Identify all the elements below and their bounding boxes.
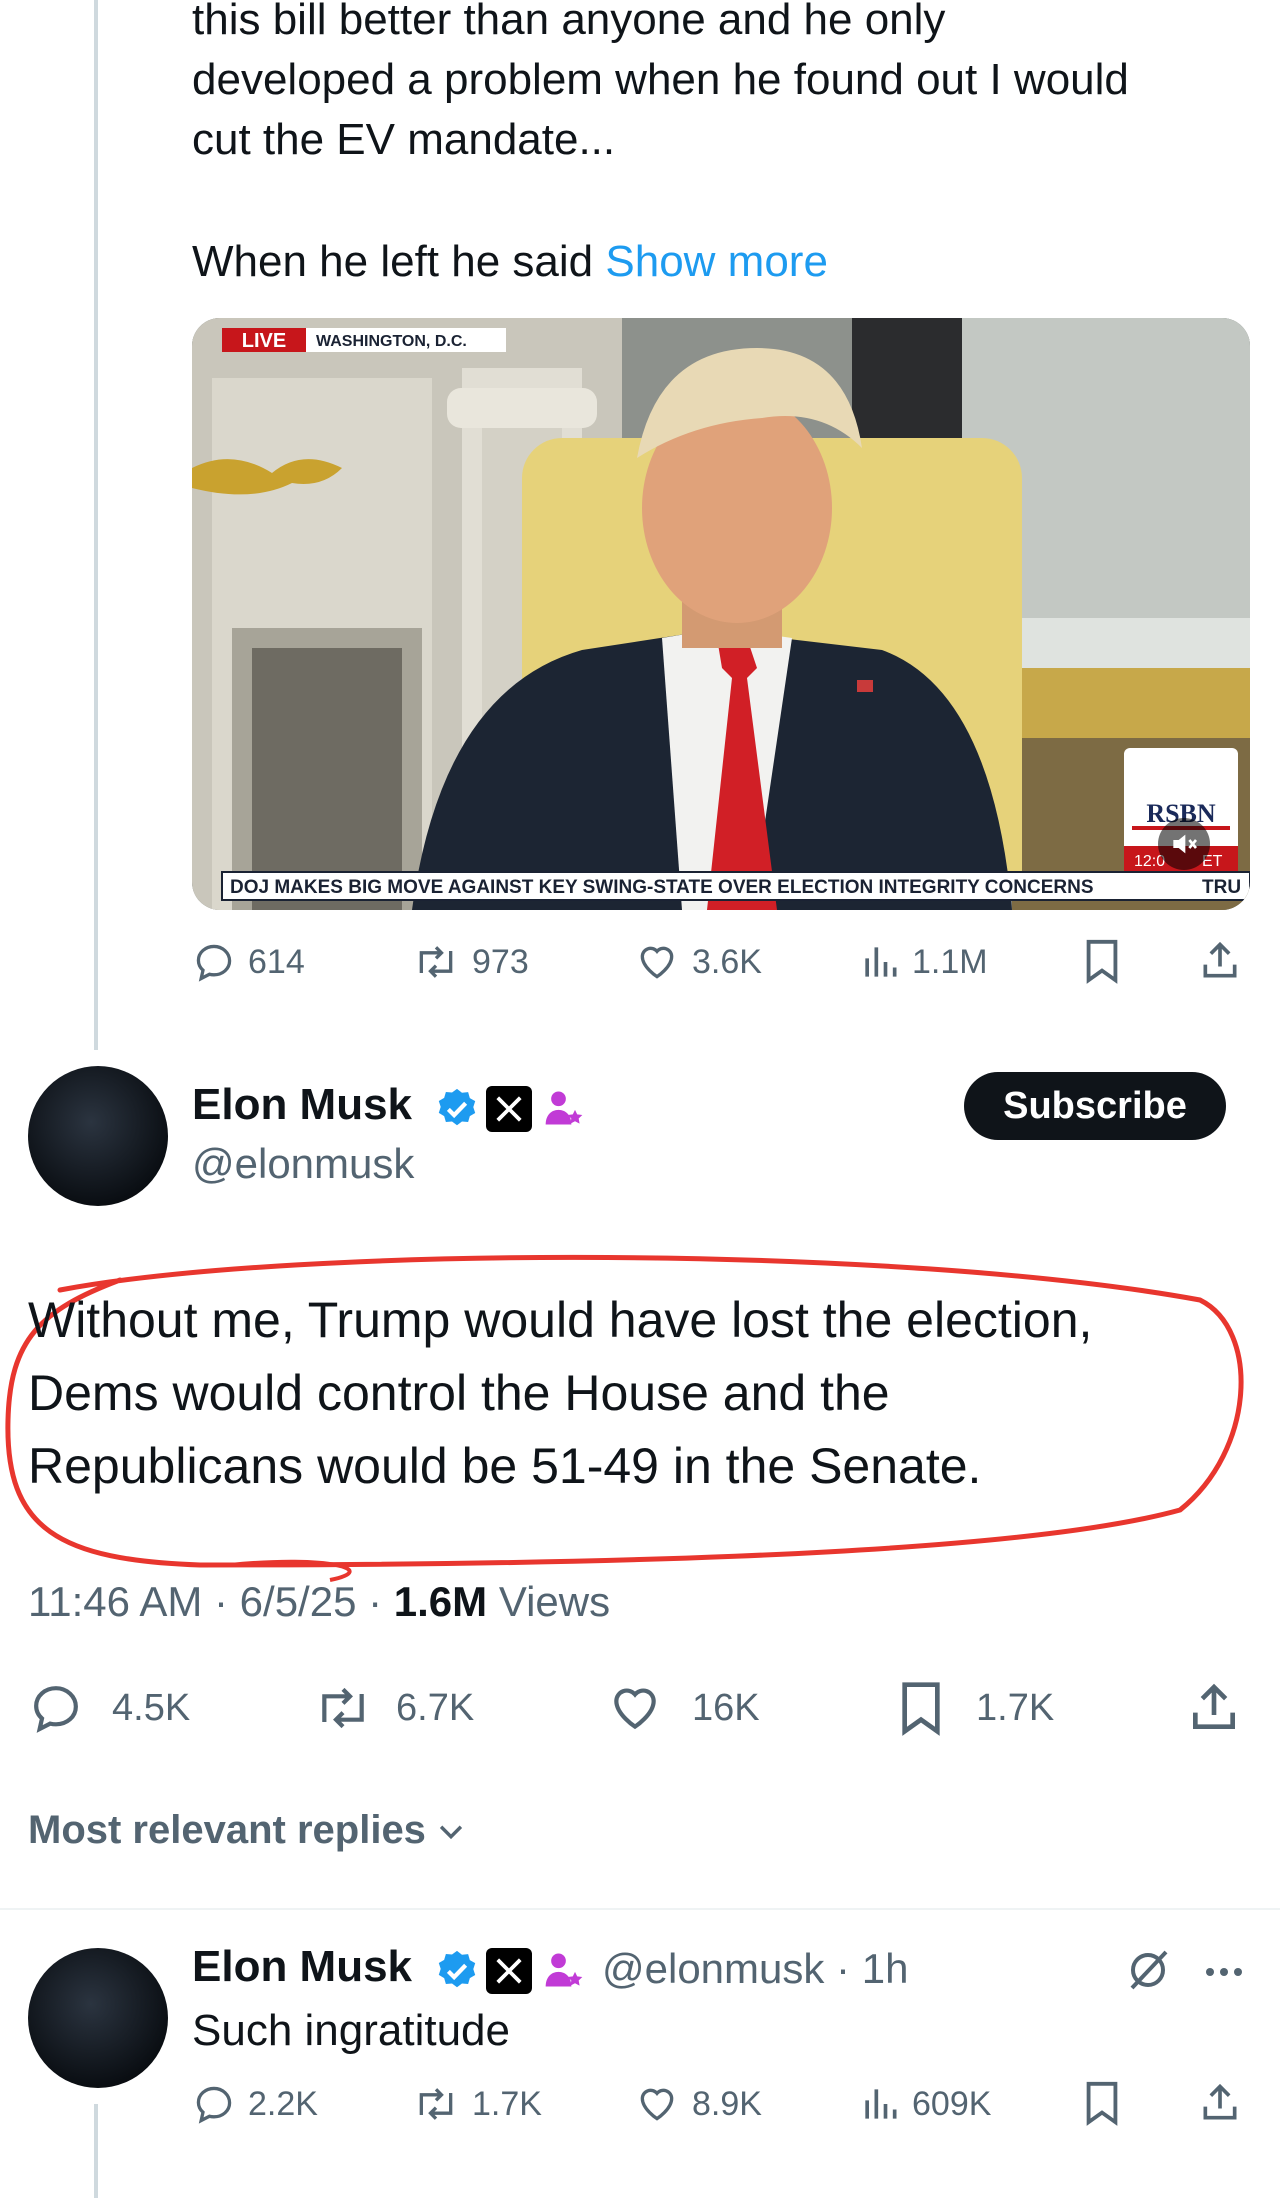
reply-text: Such ingratitude xyxy=(192,2006,510,2055)
bookmark-icon xyxy=(902,1682,940,1736)
reply-author-name[interactable]: Elon Musk xyxy=(192,1942,412,1992)
share-button[interactable] xyxy=(1186,1680,1242,1736)
parent-share-button[interactable] xyxy=(1198,938,1242,984)
verified-badge-icon xyxy=(434,1086,480,1137)
more-dots-icon xyxy=(1206,1968,1242,1976)
reply-like-button[interactable]: 8.9K xyxy=(634,2082,762,2126)
like-button[interactable]: 16K xyxy=(606,1680,760,1736)
parent-like-count: 3.6K xyxy=(692,942,762,981)
bookmark-count: 1.7K xyxy=(976,1686,1055,1729)
parent-views-count: 1.1M xyxy=(912,942,988,981)
heart-icon xyxy=(640,946,674,979)
thread-line-top xyxy=(94,0,98,1050)
repost-icon xyxy=(419,946,453,978)
post-time[interactable]: 11:46 AM xyxy=(28,1578,202,1625)
show-more-link[interactable]: Show more xyxy=(605,237,828,286)
parent-repost-count: 973 xyxy=(472,942,529,981)
location-label: WASHINGTON, D.C. xyxy=(316,333,467,350)
reply-age: 1h xyxy=(861,1945,909,1992)
news-ticker: DOJ MAKES BIG MOVE AGAINST KEY SWING-STA… xyxy=(230,877,1094,898)
more-options-button[interactable] xyxy=(1200,1952,1248,1997)
repost-icon xyxy=(322,1687,364,1729)
parent-reply-count: 614 xyxy=(248,942,305,981)
video-frame: LIVE WASHINGTON, D.C. RSBN 12:0 ET DOJ M… xyxy=(192,318,1250,910)
reply-reply-count: 2.2K xyxy=(248,2084,318,2123)
reply-icon xyxy=(196,944,232,982)
grok-icon xyxy=(1130,1950,1168,1990)
like-count: 16K xyxy=(692,1686,760,1729)
reply-author-handle[interactable]: @elonmusk · 1h xyxy=(602,1945,908,1993)
grok-button[interactable] xyxy=(1124,1946,1172,1999)
affiliate-person-icon xyxy=(542,1086,586,1135)
replies-sort-dropdown[interactable]: Most relevant replies xyxy=(28,1808,468,1853)
repost-count: 6.7K xyxy=(396,1686,475,1729)
author-avatar[interactable] xyxy=(28,1066,168,1206)
live-label: LIVE xyxy=(242,330,286,352)
reply-repost-count: 1.7K xyxy=(472,2084,542,2123)
repost-icon xyxy=(419,2088,453,2120)
reply-views-button[interactable]: 609K xyxy=(860,2082,991,2126)
author-handle[interactable]: @elonmusk xyxy=(192,1140,414,1188)
post-meta: 11:46 AM · 6/5/25 · 1.6M Views xyxy=(28,1578,611,1625)
post-text-line-3: Republicans would be 51-49 in the Senate… xyxy=(28,1438,982,1494)
heart-icon xyxy=(614,1688,656,1730)
reply-count: 4.5K xyxy=(112,1686,191,1729)
reply-share-button[interactable] xyxy=(1198,2080,1242,2126)
reply-repost-button[interactable]: 1.7K xyxy=(412,2082,542,2126)
video-player[interactable]: LIVE WASHINGTON, D.C. RSBN 12:0 ET DOJ M… xyxy=(192,318,1250,910)
views-count: 1.6M xyxy=(393,1578,488,1625)
post-text: Without me, Trump would have lost the el… xyxy=(28,1284,1092,1503)
views-label: Views xyxy=(498,1578,611,1625)
reply-like-count: 8.9K xyxy=(692,2084,762,2123)
parent-views-button[interactable]: 1.1M xyxy=(860,940,988,984)
parent-bookmark-button[interactable] xyxy=(1082,938,1122,984)
subscribe-button[interactable]: Subscribe xyxy=(964,1072,1226,1140)
parent-repost-button[interactable]: 973 xyxy=(412,940,529,984)
parent-reply-button[interactable]: 614 xyxy=(192,940,305,984)
repost-button[interactable]: 6.7K xyxy=(312,1680,474,1736)
parent-post-text-line-1: this bill better than anyone and he only xyxy=(192,0,946,44)
reply-author-avatar[interactable] xyxy=(28,1948,168,2088)
x-affiliate-badge-icon xyxy=(486,1086,532,1132)
replies-sort-label: Most relevant replies xyxy=(28,1808,426,1852)
parent-post-text-tail: When he left he said xyxy=(192,237,594,286)
views-chart-icon xyxy=(865,2089,897,2119)
parent-like-button[interactable]: 3.6K xyxy=(634,940,762,984)
share-icon xyxy=(1203,941,1237,978)
bookmark-icon xyxy=(1086,2081,1118,2126)
bookmark-icon xyxy=(1086,939,1118,984)
reply-bookmark-button[interactable] xyxy=(1082,2080,1122,2126)
section-divider xyxy=(0,1908,1280,1910)
heart-icon xyxy=(640,2088,674,2121)
news-ticker-tail: TRU xyxy=(1202,877,1241,898)
parent-post-text-line-4: When he left he said Show more xyxy=(192,232,1232,292)
bookmark-button[interactable]: 1.7K xyxy=(896,1680,1054,1736)
post-date[interactable]: 6/5/25 xyxy=(240,1578,357,1625)
share-icon xyxy=(1203,2083,1237,2120)
reply-handle[interactable]: @elonmusk xyxy=(602,1945,824,1992)
post-text-line-2: Dems would control the House and the xyxy=(28,1365,890,1421)
thread-line-bottom xyxy=(94,2104,98,2198)
reply-affiliate-person-icon xyxy=(542,1948,586,1997)
reply-icon xyxy=(34,1686,78,1733)
reply-x-affiliate-badge-icon xyxy=(486,1948,532,1994)
views-chart-icon xyxy=(865,947,897,977)
reply-verified-badge-icon xyxy=(434,1948,480,1999)
reply-views-count: 609K xyxy=(912,2084,992,2123)
post-text-line-1: Without me, Trump would have lost the el… xyxy=(28,1292,1093,1348)
parent-post-text-line-2: developed a problem when he found out I … xyxy=(192,55,1129,104)
parent-post-text-line-3: cut the EV mandate... xyxy=(192,115,616,164)
reply-reply-button[interactable]: 2.2K xyxy=(192,2082,318,2126)
chevron-down-icon xyxy=(439,1825,463,1839)
speaker-muted-icon xyxy=(1173,834,1198,854)
reply-icon xyxy=(196,2086,232,2124)
reply-button[interactable]: 4.5K xyxy=(28,1680,190,1736)
mute-button[interactable] xyxy=(1158,818,1210,870)
share-icon xyxy=(1193,1683,1235,1729)
author-name[interactable]: Elon Musk xyxy=(192,1080,412,1130)
